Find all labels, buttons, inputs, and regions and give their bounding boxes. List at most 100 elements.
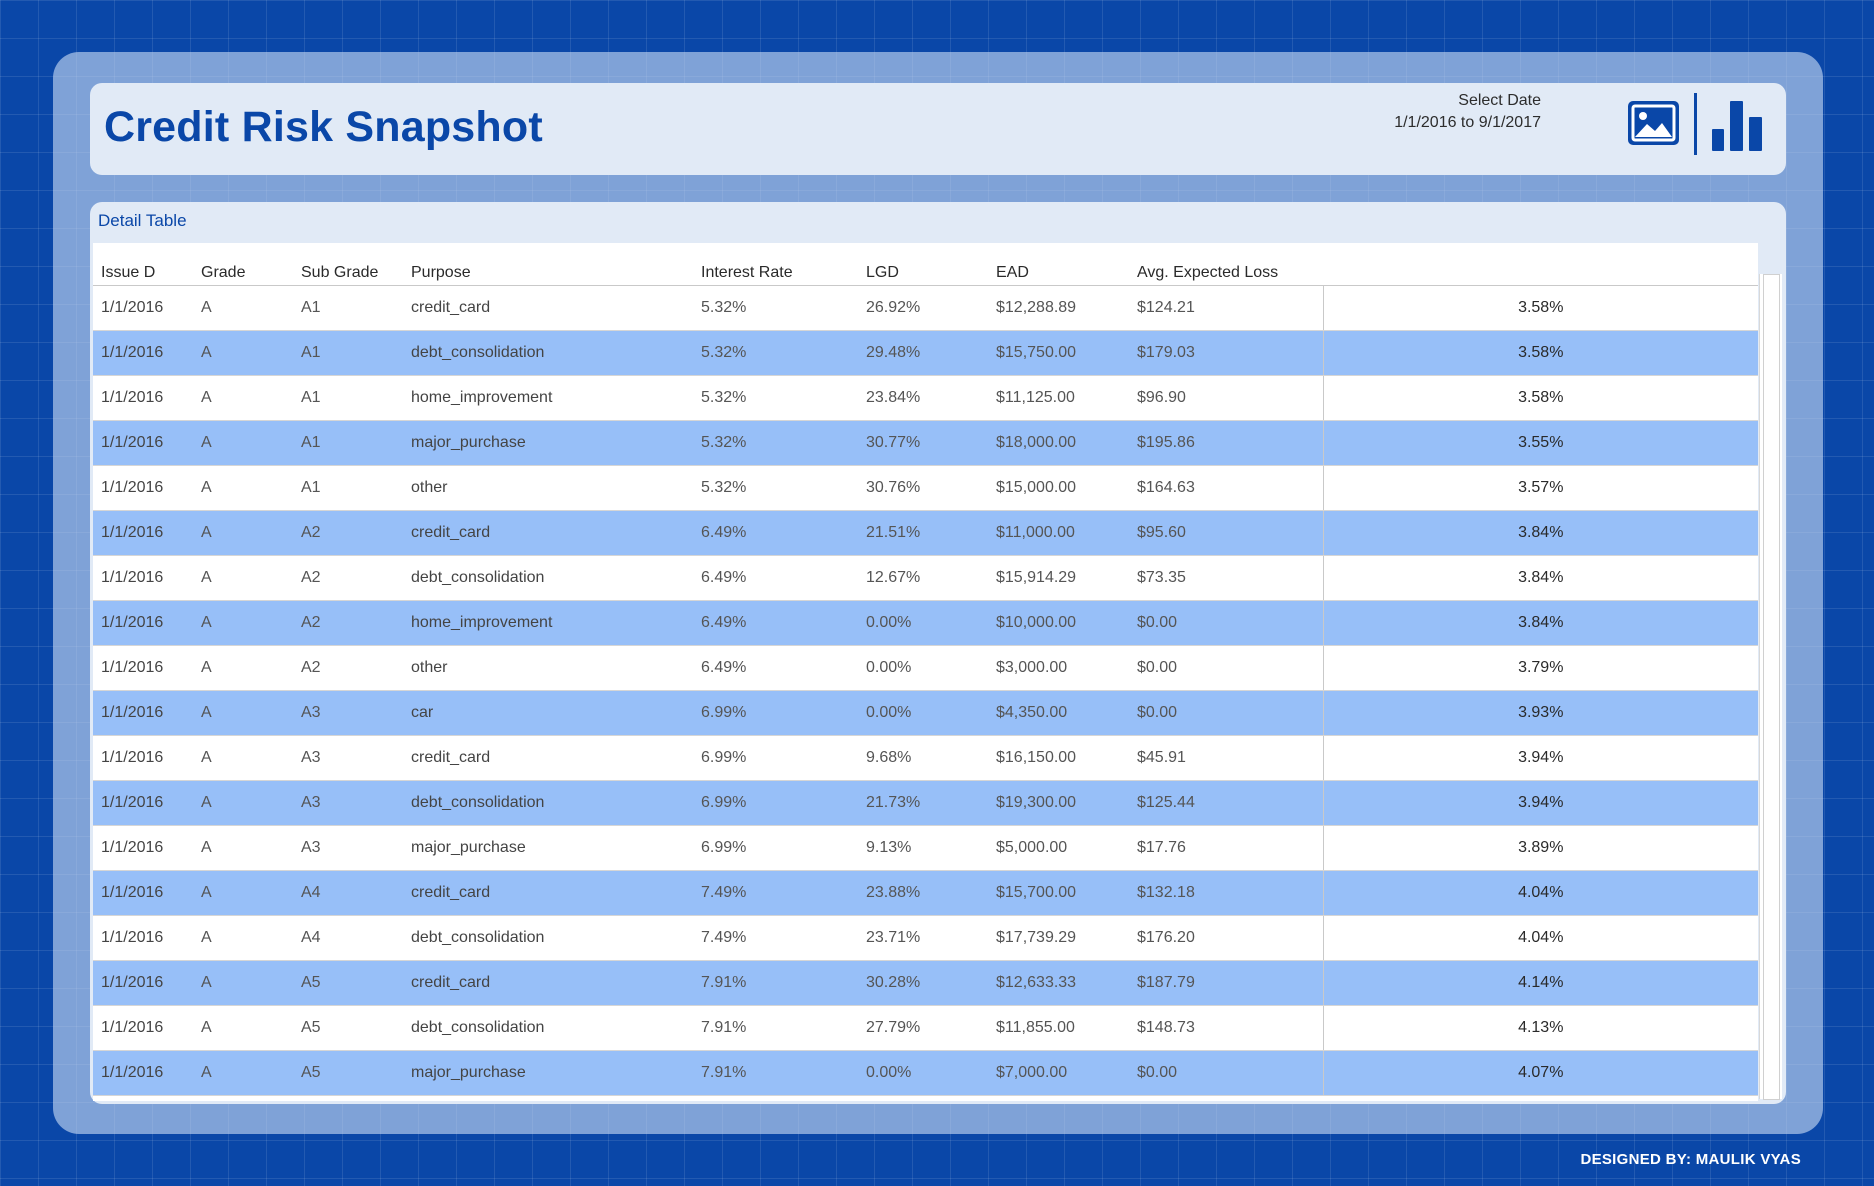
- table-cell: 1/1/2016: [93, 1050, 193, 1096]
- column-header[interactable]: Purpose: [403, 243, 693, 286]
- table-cell: A3: [293, 735, 403, 781]
- table-cell: 3.84%: [1322, 510, 1758, 556]
- table-header-row: Issue D Grade Sub Grade Purpose Interest…: [93, 243, 1758, 286]
- table-cell: $132.18: [1129, 870, 1323, 916]
- table-cell: 6.49%: [693, 600, 858, 646]
- table-cell: $7,000.00: [988, 1050, 1129, 1096]
- table-cell: 30.76%: [858, 465, 988, 511]
- table-cell: A4: [293, 870, 403, 916]
- table-cell: 6.49%: [693, 645, 858, 691]
- column-header[interactable]: Issue D: [93, 243, 193, 286]
- table-cell: A: [193, 330, 293, 376]
- table-cell: $73.35: [1129, 555, 1323, 601]
- table-cell: $187.79: [1129, 960, 1323, 1006]
- vertical-scrollbar[interactable]: [1759, 274, 1782, 1100]
- table-row[interactable]: 1/1/2016 A A1 debt_consolidation 5.32% 29.48%…: [93, 330, 1758, 376]
- table-cell: 3.55%: [1322, 420, 1758, 466]
- table-cell: 5.32%: [693, 330, 858, 376]
- table-row[interactable]: 1/1/2016 A A5 major_purchase 7.91% 0.00% $7,00…: [93, 1050, 1758, 1096]
- image-icon[interactable]: [1626, 99, 1681, 147]
- table-row[interactable]: 1/1/2016 A A1 home_improvement 5.32% 23.84% $1…: [93, 375, 1758, 421]
- table-cell: A: [193, 1005, 293, 1051]
- table-cell: credit_card: [403, 285, 693, 331]
- table-row[interactable]: 1/1/2016 A A2 debt_consolidation 6.49% 12.67%…: [93, 555, 1758, 601]
- table-cell: $96.90: [1129, 375, 1323, 421]
- table-cell: 1/1/2016: [93, 780, 193, 826]
- table-cell: 1/1/2016: [93, 870, 193, 916]
- table-cell: 12.67%: [858, 555, 988, 601]
- table-row[interactable]: 1/1/2016 A A2 other 6.49% 0.00% $3,000.00 $0.00…: [93, 645, 1758, 691]
- table-cell: $95.60: [1129, 510, 1323, 556]
- table-cell: 5.32%: [693, 375, 858, 421]
- date-range-slicer[interactable]: 1/1/2016 to 9/1/2017: [1394, 114, 1541, 132]
- table-cell: debt_consolidation: [403, 780, 693, 826]
- table-cell: 7.91%: [693, 960, 858, 1006]
- table-row[interactable]: 1/1/2016 A A3 car 6.99% 0.00% $4,350.00 $0.00 3.…: [93, 690, 1758, 736]
- bar-chart-icon[interactable]: [1710, 97, 1764, 153]
- table-cell: A: [193, 735, 293, 781]
- table-cell: 3.93%: [1322, 690, 1758, 736]
- table-cell: 4.14%: [1322, 960, 1758, 1006]
- column-header[interactable]: Grade: [193, 243, 293, 286]
- table-cell: 0.00%: [858, 645, 988, 691]
- table-row[interactable]: 1/1/2016 A A2 home_improvement 6.49% 0.00% $10…: [93, 600, 1758, 646]
- column-header[interactable]: EAD: [988, 243, 1129, 286]
- table-cell: A: [193, 645, 293, 691]
- table-cell: 4.04%: [1322, 915, 1758, 961]
- table-cell: $11,855.00: [988, 1005, 1129, 1051]
- table-row[interactable]: 1/1/2016 A A1 credit_card 5.32% 26.92% $12,288…: [93, 285, 1758, 331]
- detail-table-card: Detail Table Issue D Grade Sub Grade Pur…: [90, 202, 1786, 1104]
- table-row[interactable]: 1/1/2016 A A3 debt_consolidation 6.99% 21.73%…: [93, 780, 1758, 826]
- table-cell: 27.79%: [858, 1005, 988, 1051]
- column-header[interactable]: [1323, 243, 1758, 286]
- table-cell: $18,000.00: [988, 420, 1129, 466]
- table-cell: A: [193, 690, 293, 736]
- table-cell: $148.73: [1129, 1005, 1323, 1051]
- table-cell: 1/1/2016: [93, 510, 193, 556]
- table-row[interactable]: 1/1/2016 A A5 credit_card 7.91% 30.28% $12,633…: [93, 960, 1758, 1006]
- table-row[interactable]: 1/1/2016 A A1 other 5.32% 30.76% $15,000.00 $16…: [93, 465, 1758, 511]
- table-cell: 1/1/2016: [93, 420, 193, 466]
- table-row[interactable]: 1/1/2016 A A4 credit_card 7.49% 23.88% $15,700…: [93, 870, 1758, 916]
- table-cell: 5.32%: [693, 420, 858, 466]
- column-header[interactable]: Avg. Expected Loss: [1129, 243, 1323, 286]
- table-cell: A5: [293, 960, 403, 1006]
- table-cell: 4.13%: [1322, 1005, 1758, 1051]
- table-cell: A: [193, 960, 293, 1006]
- table-cell: 1/1/2016: [93, 1005, 193, 1051]
- table-cell: credit_card: [403, 960, 693, 1006]
- table-row[interactable]: 1/1/2016 A A1 major_purchase 5.32% 30.77% $18,…: [93, 420, 1758, 466]
- column-header[interactable]: Interest Rate: [693, 243, 858, 286]
- table-cell: $164.63: [1129, 465, 1323, 511]
- table-row[interactable]: 1/1/2016 A A2 credit_card 6.49% 21.51% $11,000…: [93, 510, 1758, 556]
- table-cell: $19,300.00: [988, 780, 1129, 826]
- column-header[interactable]: Sub Grade: [293, 243, 403, 286]
- table-cell: 5.32%: [693, 465, 858, 511]
- table-cell: $195.86: [1129, 420, 1323, 466]
- table-cell: $12,633.33: [988, 960, 1129, 1006]
- table-cell: credit_card: [403, 510, 693, 556]
- table-cell: debt_consolidation: [403, 1005, 693, 1051]
- table-cell: 23.84%: [858, 375, 988, 421]
- table-row[interactable]: 1/1/2016 A A5 debt_consolidation 7.91% 27.79%…: [93, 1005, 1758, 1051]
- table-row[interactable]: 1/1/2016 A A3 credit_card 6.99% 9.68% $16,150.…: [93, 735, 1758, 781]
- table-row[interactable]: 1/1/2016 A A4 debt_consolidation 7.49% 23.71%…: [93, 915, 1758, 961]
- table-cell: A1: [293, 330, 403, 376]
- table-cell: $10,000.00: [988, 600, 1129, 646]
- scrollbar-thumb[interactable]: [1763, 274, 1780, 1100]
- table-cell: 3.79%: [1322, 645, 1758, 691]
- table-cell: A: [193, 915, 293, 961]
- detail-table[interactable]: Issue D Grade Sub Grade Purpose Interest…: [93, 243, 1758, 1101]
- table-row[interactable]: 1/1/2016 A A3 major_purchase 6.99% 9.13% $5,00…: [93, 825, 1758, 871]
- designer-credit: DESIGNED BY: MAULIK VYAS: [1580, 1151, 1801, 1168]
- table-cell: $0.00: [1129, 645, 1323, 691]
- table-cell: 1/1/2016: [93, 465, 193, 511]
- table-cell: A: [193, 555, 293, 601]
- table-cell: 6.99%: [693, 690, 858, 736]
- table-cell: $5,000.00: [988, 825, 1129, 871]
- table-cell: A: [193, 375, 293, 421]
- column-header[interactable]: LGD: [858, 243, 988, 286]
- table-cell: A4: [293, 915, 403, 961]
- table-cell: A: [193, 465, 293, 511]
- table-cell: $17.76: [1129, 825, 1323, 871]
